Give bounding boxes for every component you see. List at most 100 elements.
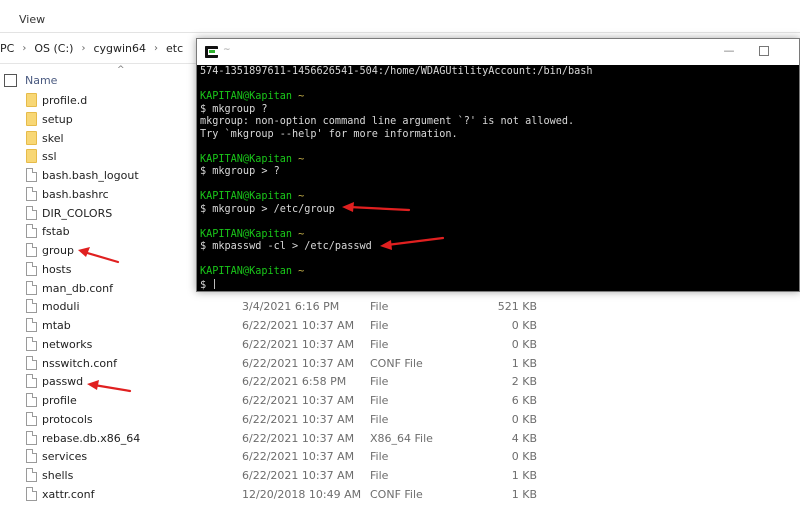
file-icon [26,205,37,220]
file-icon [26,318,37,332]
file-name: moduli [42,300,80,314]
terminal-title: ~ [223,45,231,55]
file-row[interactable]: nsswitch.conf 6/22/2021 10:37 AM CONF File… [0,354,800,373]
terminal-output: 574-1351897611-1456626541-504:/home/WDAG… [200,66,796,79]
file-name: protocols [42,412,93,426]
file-name: networks [42,337,93,351]
file-date-modified: 6/22/2021 10:37 AM [242,394,355,407]
maximize-button[interactable] [759,46,769,56]
terminal-line-text: $ mkgroup ? [200,103,268,115]
file-name: rebase.db.x86_64 [42,431,141,445]
file-name: group [42,244,74,257]
terminal-command: $ mkgroup ? [200,104,796,117]
terminal-prompt: KAPITAN@Kapitan ~ [200,229,796,242]
file-icon [26,186,37,201]
file-name: mtab [42,319,71,332]
file-date-modified: 12/20/2018 10:49 AM [242,487,362,501]
terminal-output: mkgroup: non-option command line argumen… [200,116,796,129]
terminal-output [200,141,796,154]
cygwin-icon [205,46,218,58]
terminal-prompt: KAPITAN@Kapitan ~ [200,266,796,279]
ribbon-tab-view[interactable]: View [19,13,45,26]
terminal-output [200,179,796,192]
file-row[interactable]: services 6/22/2021 10:37 AM File 0 KB [0,447,800,466]
prompt-dir: ~ [298,228,305,240]
file-icon [26,411,37,426]
file-name: bash.bash_logout [42,169,139,182]
prompt-dir: ~ [298,266,305,277]
terminal-line-text: Try `mkgroup --help' for more informatio… [200,128,458,140]
file-name: profile.d [42,94,88,107]
chevron-right-icon[interactable]: › [22,43,26,54]
file-icon [26,243,37,257]
breadcrumb-item-os-c[interactable]: OS (C:) [34,42,73,55]
file-name: xattr.conf [42,487,95,501]
prompt-dir: ~ [298,191,305,202]
terminal-output [200,254,796,267]
text-cursor [214,278,216,289]
file-row[interactable]: shells 6/22/2021 10:37 AM File 1 KB [0,466,800,485]
chevron-right-icon[interactable]: › [154,43,158,54]
breadcrumb-item-this-pc[interactable]: PC [0,42,14,55]
file-row[interactable]: protocols 6/22/2021 10:37 AM File 0 KB [0,410,800,429]
file-size: 1 KB [511,356,537,370]
file-size: 1 KB [511,487,537,501]
terminal-titlebar[interactable]: ~ — [197,39,799,65]
file-type: File [370,394,389,407]
file-icon [26,336,37,351]
terminal-line-text: $ [200,279,213,291]
file-icon [26,299,37,314]
file-date-modified: 6/22/2021 10:37 AM [242,431,355,445]
file-date-modified: 6/22/2021 10:37 AM [242,337,355,351]
file-row[interactable]: networks 6/22/2021 10:37 AM File 0 KB [0,335,800,354]
file-name: man_db.conf [42,281,114,295]
terminal-command: $ mkgroup > ? [200,166,796,179]
column-header-name[interactable]: Name [25,74,57,87]
file-icon [26,280,37,295]
minimize-button[interactable]: — [717,43,741,61]
file-row[interactable]: mtab 6/22/2021 10:37 AM File 0 KB [0,316,800,335]
terminal-line-text: $ mkgroup > ? [200,166,280,177]
file-type: X86_64 File [370,431,433,445]
explorer-ribbon: View [0,0,800,33]
file-name: setup [42,112,73,126]
file-type: File [370,300,389,314]
select-all-checkbox[interactable] [4,74,17,87]
file-row[interactable]: rebase.db.x86_64 6/22/2021 10:37 AM X86_64… [0,429,800,448]
terminal-screen[interactable]: 574-1351897611-1456626541-504:/home/WDAG… [197,65,799,292]
file-type: File [370,450,389,464]
terminal-line-text: mkgroup: non-option command line argumen… [200,116,575,127]
file-type: CONF File [370,487,423,501]
file-icon [26,449,37,464]
breadcrumb: PC › OS (C:) › cygwin64 › etc [0,42,183,55]
file-row[interactable]: moduli 3/4/2021 6:16 PM File 521 KB [0,297,800,316]
file-icon [26,468,37,482]
prompt-user-host: KAPITAN@Kapitan [200,91,293,102]
file-type: File [370,375,389,389]
terminal-input-line[interactable]: $ [200,278,796,292]
file-type: CONF File [370,356,423,370]
file-size: 0 KB [511,412,537,426]
folder-icon [26,111,37,126]
file-row[interactable]: profile 6/22/2021 10:37 AM File 6 KB [0,391,800,410]
file-row[interactable]: xattr.conf 12/20/2018 10:49 AM CONF File 1 … [0,485,800,504]
terminal-output [200,79,796,92]
file-row[interactable]: passwd 6/22/2021 6:58 PM File 2 KB [0,372,800,391]
file-name: ssl [42,150,57,164]
terminal-prompt: KAPITAN@Kapitan ~ [200,191,796,204]
file-size: 1 KB [511,469,537,482]
prompt-user-host: KAPITAN@Kapitan [200,153,293,165]
file-type: File [370,469,389,482]
breadcrumb-item-etc[interactable]: etc [166,42,183,55]
chevron-right-icon[interactable]: › [81,43,85,54]
terminal-window[interactable]: ~ — 574-1351897611-1456626541-504:/home/… [196,38,800,292]
terminal-command: $ mkpasswd -cl > /etc/passwd [200,241,796,254]
file-icon [26,168,37,182]
file-size: 0 KB [511,337,537,351]
file-date-modified: 6/22/2021 10:37 AM [242,469,355,482]
prompt-user-host: KAPITAN@Kapitan [200,191,293,202]
prompt-user-host: KAPITAN@Kapitan [200,266,293,277]
terminal-line-text: $ mkgroup > /etc/group [200,203,335,215]
breadcrumb-item-cygwin64[interactable]: cygwin64 [93,42,146,55]
prompt-dir: ~ [298,91,305,102]
